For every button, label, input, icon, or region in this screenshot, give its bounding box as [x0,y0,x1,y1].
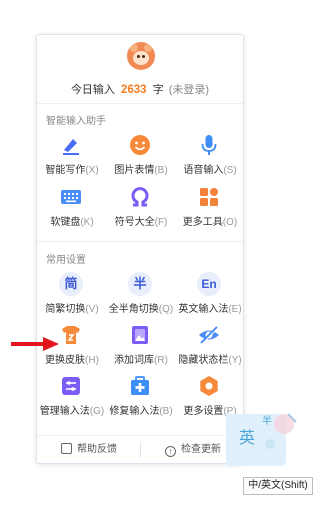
pen-icon [63,139,79,155]
menu-header: 今日输入 2633 字 (未登录) [37,35,243,104]
check-update-label: 检查更新 [181,444,221,455]
manage-input-method-shortcut: (G) [89,406,105,417]
help-feedback-button[interactable]: 帮助反馈 [37,436,141,464]
grid-icon [200,188,218,206]
half-width-button[interactable]: 半 全半角切换(Q) [106,272,176,318]
input-method-menu: 今日输入 2633 字 (未登录) 智能输入助手 智能写作(X) 图片表情(B) [36,34,244,464]
half-width-shortcut: (Q) [158,304,174,315]
keyboard-icon [61,190,81,204]
simplified-traditional-shortcut: (V) [85,304,99,315]
manage-input-method-button[interactable]: 管理输入法(G) [37,374,107,420]
help-feedback-label: 帮助反馈 [77,444,117,455]
gear-icon [200,376,218,396]
more-tools-button[interactable]: 更多工具(O) [175,185,245,231]
simplified-traditional-icon: 简 [59,272,83,296]
omega-icon [131,187,149,207]
half-width-icon: 半 [128,272,152,296]
eye-hidden-icon [199,326,219,345]
more-tools-shortcut: (O) [222,217,238,228]
symbols-button[interactable]: 符号大全(F) [106,185,176,231]
manage-icon [62,377,80,395]
typing-stats: 今日输入 2633 字 (未登录) [37,81,243,97]
section-title-assistant: 智能输入助手 [46,116,106,127]
more-tools-label: 更多工具 [182,217,223,228]
update-icon: ↑ [165,446,176,457]
simplified-traditional-label: 简繁切换 [45,304,86,315]
login-status[interactable]: (未登录) [169,84,209,96]
add-dictionary-shortcut: (R) [154,355,168,366]
repair-input-method-button[interactable]: 修复输入法(B) [106,374,176,420]
simplified-traditional-button[interactable]: 简 简繁切换(V) [37,272,107,318]
image-emoji-button[interactable]: 图片表情(B) [106,133,176,179]
add-dictionary-button[interactable]: 添加词库(R) [106,323,176,369]
symbols-shortcut: (F) [154,217,168,228]
repair-input-method-label: 修复输入法 [109,406,160,417]
repair-icon [131,376,149,395]
menu-footer: 帮助反馈 ↑ 检查更新 [37,435,243,463]
english-input-button[interactable]: En 英文输入法(E) [175,272,245,318]
hide-statusbar-label: 隐藏状态栏 [178,355,229,366]
ime-statusbar[interactable]: 英 半 [226,410,298,470]
microphone-icon [201,135,217,155]
voice-input-label: 语音输入 [183,165,224,176]
red-arrow-annotation [11,337,59,351]
shortcut-tooltip: 中/英文(Shift) [243,477,313,495]
smart-writing-label: 智能写作 [45,165,86,176]
add-dictionary-label: 添加词库 [114,355,155,366]
voice-input-shortcut: (S) [223,165,237,176]
smart-writing-shortcut: (X) [85,165,99,176]
typed-count: 2633 [121,84,147,96]
divider [37,241,243,242]
voice-input-button[interactable]: 语音输入(S) [175,133,245,179]
english-icon: En [197,272,221,296]
soft-keyboard-shortcut: (K) [80,217,94,228]
stats-prefix: 今日输入 [70,84,115,96]
mode-half-width-indicator[interactable]: 半 [262,412,272,427]
half-width-label: 全半角切换 [108,304,159,315]
english-input-shortcut: (E) [228,304,242,315]
image-emoji-shortcut: (B) [154,165,168,176]
hide-statusbar-button[interactable]: 隐藏状态栏(Y) [175,323,245,369]
section-title-settings: 常用设置 [46,255,86,266]
repair-input-method-shortcut: (B) [159,406,173,417]
stats-unit: 字 [152,84,164,96]
smart-writing-button[interactable]: 智能写作(X) [37,133,107,179]
change-skin-label: 更换皮肤 [45,355,86,366]
hide-statusbar-shortcut: (Y) [228,355,242,366]
image-emoji-label: 图片表情 [114,165,155,176]
symbols-label: 符号大全 [114,217,155,228]
mode-english-indicator[interactable]: 英 [239,424,255,448]
more-settings-label: 更多设置 [183,406,224,417]
soft-keyboard-label: 软键盘 [50,217,81,228]
change-skin-shortcut: (H) [85,355,99,366]
dictionary-icon [132,326,148,344]
emoji-icon [130,135,150,155]
manage-input-method-label: 管理输入法 [39,406,90,417]
soft-keyboard-button[interactable]: 软键盘(K) [37,185,107,231]
feedback-icon [61,443,72,454]
avatar[interactable] [127,42,155,70]
english-input-label: 英文输入法 [178,304,229,315]
skin-icon [62,326,80,344]
